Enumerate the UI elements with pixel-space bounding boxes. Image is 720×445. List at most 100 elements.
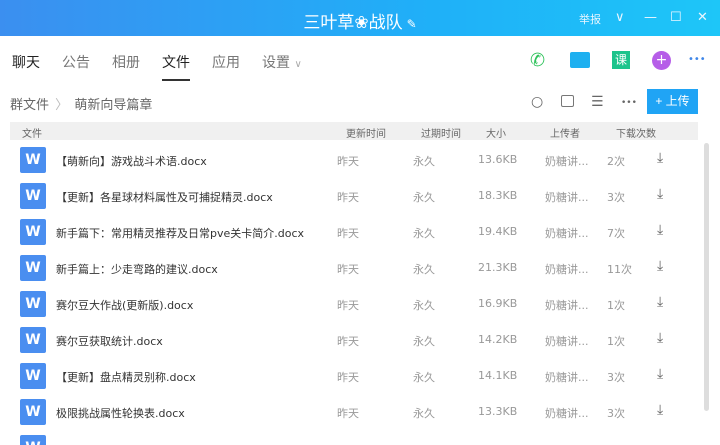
video-call-icon[interactable] bbox=[570, 52, 590, 68]
uploader: 奶糖讲... bbox=[545, 227, 589, 240]
download-icon[interactable]: ⤓ bbox=[657, 294, 663, 310]
breadcrumb-separator: 〉 bbox=[55, 98, 69, 113]
tab-settings[interactable]: 设置 ∨ bbox=[262, 52, 302, 80]
tab-files[interactable]: 文件 bbox=[162, 52, 190, 81]
file-name[interactable]: 【更新】各星球材料属性及可捕捉精灵.docx bbox=[56, 189, 273, 205]
group-name: 三叶草❀战队 bbox=[303, 13, 403, 33]
tab-settings-label: 设置 bbox=[262, 55, 290, 71]
uploader: 奶糖讲... bbox=[545, 155, 589, 168]
download-icon[interactable]: ⤓ bbox=[657, 258, 663, 274]
updated-time: 昨天 bbox=[337, 155, 359, 168]
file-size: 21.3KB bbox=[478, 261, 518, 274]
voice-call-icon[interactable]: ✆ bbox=[530, 50, 545, 71]
word-file-icon: W bbox=[20, 399, 46, 425]
tab-announcement[interactable]: 公告 bbox=[62, 52, 90, 80]
uploader: 奶糖讲... bbox=[545, 299, 589, 312]
col-file[interactable]: 文件 bbox=[22, 125, 42, 140]
scrollbar[interactable] bbox=[704, 143, 709, 411]
search-icon[interactable]: ○ bbox=[531, 94, 543, 110]
download-count: 3次 bbox=[607, 191, 625, 204]
file-name[interactable]: 赛尔豆大作战(更新版).docx bbox=[56, 297, 193, 313]
word-file-icon: W bbox=[20, 435, 46, 445]
updated-time: 昨天 bbox=[337, 263, 359, 276]
upload-button[interactable]: + 上传 bbox=[647, 89, 698, 114]
tab-chat[interactable]: 聊天 bbox=[12, 52, 40, 80]
expires: 永久 bbox=[413, 191, 435, 204]
file-row[interactable]: W 【更新】各星球材料属性及可捕捉精灵.docx 昨天 永久 18.3KB 奶糖讲... 3… bbox=[10, 178, 698, 214]
word-file-icon: W bbox=[20, 147, 46, 173]
file-row[interactable]: W bbox=[10, 430, 698, 445]
file-name[interactable]: 极限挑战属性轮换表.docx bbox=[56, 405, 185, 421]
col-updated[interactable]: 更新时间 bbox=[346, 125, 386, 140]
breadcrumb: 群文件 〉 萌新向导篇章 bbox=[10, 94, 152, 113]
file-list: W 【萌新向】游戏战斗术语.docx 昨天 永久 13.6KB 奶糖讲... 2次 ⤓ W 【更新… bbox=[10, 142, 698, 445]
tab-apps[interactable]: 应用 bbox=[212, 52, 240, 80]
window-title: 三叶草❀战队 ✎ bbox=[0, 8, 720, 33]
file-row[interactable]: W 赛尔豆获取统计.docx 昨天 永久 14.2KB 奶糖讲... 1次 ⤓ bbox=[10, 322, 698, 358]
course-icon[interactable]: 课 bbox=[612, 51, 630, 69]
chevron-down-icon[interactable]: ∨ bbox=[615, 10, 625, 25]
uploader: 奶糖讲... bbox=[545, 191, 589, 204]
col-expires[interactable]: 过期时间 bbox=[421, 125, 461, 140]
more-icon[interactable]: ••• bbox=[688, 54, 706, 65]
file-name[interactable]: 新手篇下：常用精灵推荐及日常pve关卡简介.docx bbox=[56, 225, 304, 241]
updated-time: 昨天 bbox=[337, 335, 359, 348]
tab-album[interactable]: 相册 bbox=[112, 52, 140, 80]
col-downloads[interactable]: 下载次数 bbox=[616, 125, 656, 140]
uploader: 奶糖讲... bbox=[545, 335, 589, 348]
file-size: 13.6KB bbox=[478, 153, 518, 166]
expires: 永久 bbox=[413, 335, 435, 348]
file-row[interactable]: W 赛尔豆大作战(更新版).docx 昨天 永久 16.9KB 奶糖讲... 1次 ⤓ bbox=[10, 286, 698, 322]
download-count: 3次 bbox=[607, 371, 625, 384]
file-row[interactable]: W 极限挑战属性轮换表.docx 昨天 永久 13.3KB 奶糖讲... 3次 ⤓ bbox=[10, 394, 698, 430]
col-uploader[interactable]: 上传者 bbox=[550, 125, 580, 140]
word-file-icon: W bbox=[20, 363, 46, 389]
download-icon[interactable]: ⤓ bbox=[657, 222, 663, 238]
uploader: 奶糖讲... bbox=[545, 263, 589, 276]
list-view-icon[interactable]: ☰ bbox=[591, 94, 604, 110]
file-name[interactable]: 【更新】盘点精灵别称.docx bbox=[56, 369, 196, 385]
breadcrumb-root[interactable]: 群文件 bbox=[10, 98, 49, 113]
close-button[interactable]: ✕ bbox=[697, 10, 708, 25]
file-name[interactable]: 赛尔豆获取统计.docx bbox=[56, 333, 163, 349]
file-row[interactable]: W 【萌新向】游戏战斗术语.docx 昨天 永久 13.6KB 奶糖讲... 2次 ⤓ bbox=[10, 142, 698, 178]
report-link[interactable]: 举报 bbox=[579, 11, 601, 27]
expires: 永久 bbox=[413, 299, 435, 312]
expires: 永久 bbox=[413, 155, 435, 168]
file-row[interactable]: W 新手篇下：常用精灵推荐及日常pve关卡简介.docx 昨天 永久 19.4KB 奶糖讲… bbox=[10, 214, 698, 250]
file-name[interactable]: 新手篇上：少走弯路的建议.docx bbox=[56, 261, 218, 277]
updated-time: 昨天 bbox=[337, 371, 359, 384]
file-row[interactable]: W 新手篇上：少走弯路的建议.docx 昨天 永久 21.3KB 奶糖讲... 11次 ⤓ bbox=[10, 250, 698, 286]
tab-bar: 聊天 公告 相册 文件 应用 设置 ∨ bbox=[12, 52, 324, 81]
updated-time: 昨天 bbox=[337, 191, 359, 204]
word-file-icon: W bbox=[20, 291, 46, 317]
file-size: 14.2KB bbox=[478, 333, 518, 346]
word-file-icon: W bbox=[20, 327, 46, 353]
expires: 永久 bbox=[413, 371, 435, 384]
uploader: 奶糖讲... bbox=[545, 371, 589, 384]
edit-icon[interactable]: ✎ bbox=[407, 17, 417, 31]
updated-time: 昨天 bbox=[337, 407, 359, 420]
more-icon[interactable]: ••• bbox=[621, 98, 637, 108]
col-size[interactable]: 大小 bbox=[486, 125, 506, 140]
file-size: 19.4KB bbox=[478, 225, 518, 238]
download-icon[interactable]: ⤓ bbox=[657, 330, 663, 346]
maximize-button[interactable]: ☐ bbox=[670, 10, 682, 25]
download-count: 7次 bbox=[607, 227, 625, 240]
download-icon[interactable]: ⤓ bbox=[657, 150, 663, 166]
add-app-icon[interactable]: + bbox=[652, 51, 671, 70]
download-icon[interactable]: ⤓ bbox=[657, 186, 663, 202]
file-name[interactable]: 【萌新向】游戏战斗术语.docx bbox=[56, 153, 207, 169]
updated-time: 昨天 bbox=[337, 227, 359, 240]
inbox-icon[interactable] bbox=[561, 95, 574, 107]
file-row[interactable]: W 【更新】盘点精灵别称.docx 昨天 永久 14.1KB 奶糖讲... 3次 ⤓ bbox=[10, 358, 698, 394]
word-file-icon: W bbox=[20, 219, 46, 245]
breadcrumb-current: 萌新向导篇章 bbox=[74, 98, 153, 113]
updated-time: 昨天 bbox=[337, 299, 359, 312]
minimize-button[interactable]: — bbox=[644, 10, 657, 25]
expires: 永久 bbox=[413, 227, 435, 240]
uploader: 奶糖讲... bbox=[545, 407, 589, 420]
word-file-icon: W bbox=[20, 183, 46, 209]
download-icon[interactable]: ⤓ bbox=[657, 366, 663, 382]
download-icon[interactable]: ⤓ bbox=[657, 402, 663, 418]
